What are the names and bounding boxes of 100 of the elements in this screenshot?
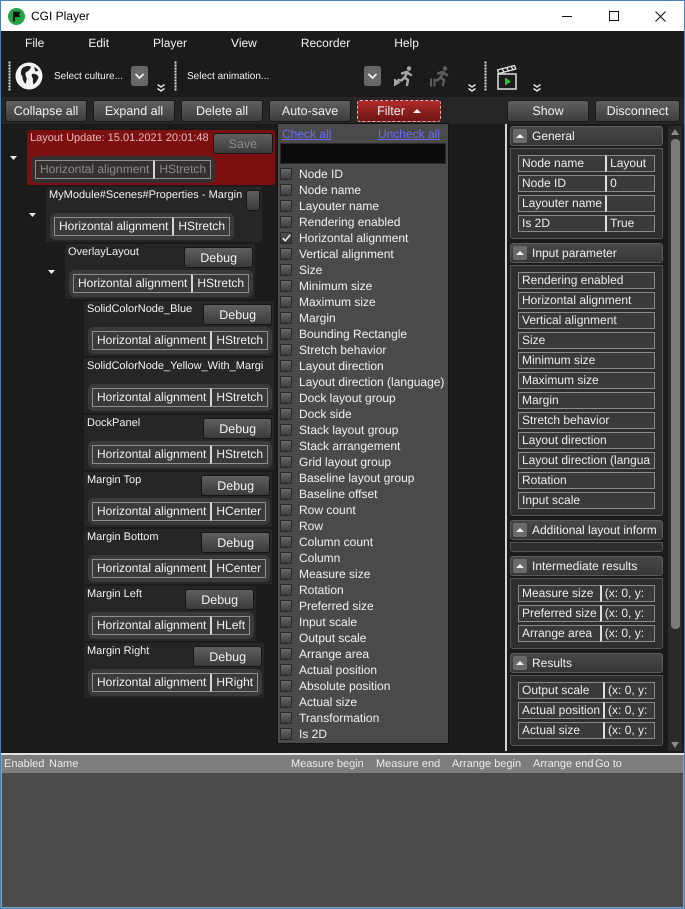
option-label[interactable]: Output scale: [299, 630, 366, 646]
option-label[interactable]: Layout direction: [299, 358, 384, 374]
toolbar-button[interactable]: Expand all: [93, 100, 175, 122]
option-label[interactable]: Horizontal alignment: [299, 230, 408, 246]
chevron-down-icon[interactable]: [131, 66, 148, 86]
checkbox[interactable]: [280, 360, 292, 372]
option-label[interactable]: Stretch behavior: [299, 342, 386, 358]
option-label[interactable]: Input scale: [299, 614, 358, 630]
toolbar-button[interactable]: Disconnect: [595, 100, 680, 122]
running-figure-icon[interactable]: [393, 65, 415, 87]
option-label[interactable]: Layout direction (language): [299, 374, 444, 390]
toolbar-button[interactable]: Collapse all: [5, 100, 87, 122]
option-label[interactable]: Is 2D: [299, 726, 328, 742]
menu-item[interactable]: View: [209, 33, 279, 53]
checkbox[interactable]: [280, 280, 292, 292]
checkbox[interactable]: [280, 200, 292, 212]
scroll-down-icon[interactable]: [671, 742, 679, 748]
option-label[interactable]: Rendering enabled: [299, 214, 400, 230]
checkbox[interactable]: [280, 536, 292, 548]
option-label[interactable]: Node ID: [299, 166, 344, 182]
option-label[interactable]: Arrange area: [299, 646, 370, 662]
toolbar-button[interactable]: Delete all: [181, 100, 263, 122]
checkbox[interactable]: [280, 664, 292, 676]
checkbox[interactable]: [280, 488, 292, 500]
checkbox[interactable]: [280, 616, 292, 628]
option-label[interactable]: Transformation: [299, 710, 380, 726]
option-label[interactable]: Row: [299, 518, 324, 534]
menu-item[interactable]: File: [3, 33, 66, 53]
triangle-up-icon[interactable]: [513, 129, 527, 143]
toolbar-button[interactable]: Show: [507, 100, 589, 122]
menu-item[interactable]: Help: [372, 33, 441, 53]
option-label[interactable]: Actual size: [299, 694, 358, 710]
section-header[interactable]: Additional layout inform: [510, 520, 663, 540]
checkbox[interactable]: [280, 680, 292, 692]
checkbox[interactable]: [280, 728, 292, 740]
option-label[interactable]: Baseline layout group: [299, 470, 414, 486]
checkbox[interactable]: [280, 440, 292, 452]
section-header[interactable]: Input parameter: [510, 243, 663, 263]
checkbox[interactable]: [280, 712, 292, 724]
option-label[interactable]: Minimum size: [299, 278, 372, 294]
checkbox[interactable]: [280, 184, 292, 196]
option-label[interactable]: Row count: [299, 502, 356, 518]
option-label[interactable]: Size: [299, 262, 322, 278]
grip-icon[interactable]: [8, 61, 11, 91]
checkbox[interactable]: [280, 648, 292, 660]
triangle-up-icon[interactable]: [513, 656, 527, 670]
animation-select[interactable]: Select animation...: [187, 65, 381, 87]
overflow-chevron-icon[interactable]: [533, 84, 541, 92]
checkbox[interactable]: [280, 600, 292, 612]
option-label[interactable]: Column count: [299, 534, 374, 550]
overflow-chevron-icon[interactable]: [468, 84, 476, 92]
grip-icon[interactable]: [174, 61, 177, 91]
checkbox[interactable]: [280, 312, 292, 324]
toolbar-button[interactable]: Auto-save: [269, 100, 351, 122]
paused-running-figure-icon[interactable]: [429, 65, 451, 87]
option-label[interactable]: Measure size: [299, 566, 370, 582]
option-label[interactable]: Bounding Rectangle: [299, 326, 408, 342]
option-label[interactable]: Column: [299, 550, 340, 566]
option-label[interactable]: Layouter name: [299, 198, 380, 214]
option-label[interactable]: Maximum size: [299, 294, 376, 310]
checkbox[interactable]: [280, 392, 292, 404]
scroll-up-icon[interactable]: [671, 129, 679, 135]
checkbox[interactable]: [280, 168, 292, 180]
checkbox[interactable]: [280, 344, 292, 356]
filter-dropdown-button[interactable]: Filter: [357, 100, 441, 122]
option-label[interactable]: Rotation: [299, 582, 344, 598]
triangle-up-icon[interactable]: [513, 559, 527, 573]
option-label[interactable]: Baseline offset: [299, 486, 378, 502]
option-label[interactable]: Preferred size: [299, 598, 374, 614]
checkbox[interactable]: [280, 264, 292, 276]
checkbox[interactable]: [280, 456, 292, 468]
option-label[interactable]: Absolute position: [299, 678, 390, 694]
checkbox[interactable]: [280, 216, 292, 228]
checkbox[interactable]: [280, 424, 292, 436]
menu-item[interactable]: Recorder: [278, 33, 372, 53]
option-label[interactable]: Margin: [299, 310, 336, 326]
overflow-chevron-icon[interactable]: [157, 84, 165, 92]
option-label[interactable]: Node name: [299, 182, 362, 198]
checkbox[interactable]: [280, 328, 292, 340]
checkbox[interactable]: [280, 520, 292, 532]
section-header[interactable]: Results: [510, 653, 663, 673]
scrollbar-thumb[interactable]: [670, 139, 680, 629]
checkbox[interactable]: [280, 632, 292, 644]
option-label[interactable]: Stack arrangement: [299, 438, 400, 454]
culture-select[interactable]: Select culture...: [54, 65, 148, 87]
globe-icon[interactable]: [15, 62, 43, 90]
triangle-up-icon[interactable]: [513, 246, 527, 260]
menu-item[interactable]: Edit: [66, 33, 132, 53]
checkbox[interactable]: [280, 568, 292, 580]
chevron-down-icon[interactable]: [364, 66, 381, 86]
option-label[interactable]: Stack layout group: [299, 422, 398, 438]
checkbox[interactable]: [280, 472, 292, 484]
checkbox[interactable]: [280, 376, 292, 388]
filter-search-field[interactable]: [280, 143, 446, 164]
grip-icon[interactable]: [484, 61, 487, 91]
section-header[interactable]: General: [510, 126, 663, 146]
checkbox[interactable]: [280, 552, 292, 564]
checkbox[interactable]: [280, 584, 292, 596]
clapperboard-icon[interactable]: [496, 62, 518, 90]
option-label[interactable]: Dock side: [299, 406, 352, 422]
